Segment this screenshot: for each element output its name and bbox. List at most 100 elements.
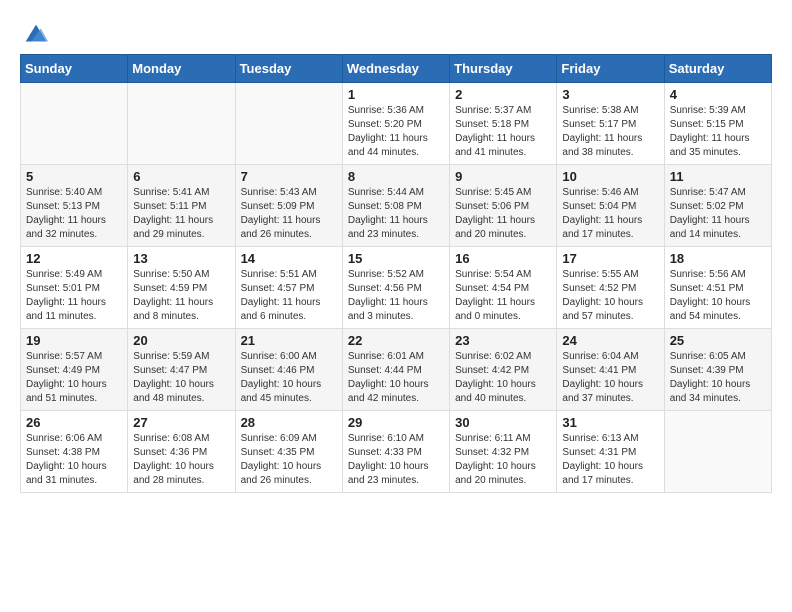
calendar-cell: 24 Sunrise: 6:04 AM Sunset: 4:41 PM Dayli… xyxy=(557,329,664,411)
day-info: Sunrise: 5:50 AM Sunset: 4:59 PM Dayligh… xyxy=(133,268,229,324)
day-number: 2 xyxy=(455,87,551,102)
day-info: Sunrise: 6:13 AM Sunset: 4:31 PM Dayligh… xyxy=(562,432,658,488)
weekday-header-friday: Friday xyxy=(557,55,664,83)
calendar-cell: 9Sunrise: 5:45 AM Sunset: 5:06 PM Daylig… xyxy=(450,165,557,247)
day-info: Sunrise: 5:47 AM Sunset: 5:02 PM Dayligh… xyxy=(670,186,766,242)
day-number: 12 xyxy=(26,251,122,266)
calendar-cell: 22 Sunrise: 6:01 AM Sunset: 4:44 PM Dayli… xyxy=(342,329,449,411)
day-info: Sunrise: 6:00 AM Sunset: 4:46 PM Dayligh… xyxy=(241,350,337,406)
day-info: Sunrise: 5:56 AM Sunset: 4:51 PM Dayligh… xyxy=(670,268,766,324)
day-info: Sunrise: 6:10 AM Sunset: 4:33 PM Dayligh… xyxy=(348,432,444,488)
weekday-header-saturday: Saturday xyxy=(664,55,771,83)
day-info: Sunrise: 5:37 AM Sunset: 5:18 PM Dayligh… xyxy=(455,104,551,160)
calendar-cell xyxy=(128,83,235,165)
day-info: Sunrise: 6:04 AM Sunset: 4:41 PM Dayligh… xyxy=(562,350,658,406)
day-number: 5 xyxy=(26,169,122,184)
calendar-cell xyxy=(235,83,342,165)
day-info: Sunrise: 6:08 AM Sunset: 4:36 PM Dayligh… xyxy=(133,432,229,488)
calendar-cell: 29 Sunrise: 6:10 AM Sunset: 4:33 PM Dayli… xyxy=(342,411,449,493)
calendar-cell: 11 Sunrise: 5:47 AM Sunset: 5:02 PM Dayli… xyxy=(664,165,771,247)
calendar-week-4: 19 Sunrise: 5:57 AM Sunset: 4:49 PM Dayli… xyxy=(21,329,772,411)
calendar-cell: 21 Sunrise: 6:00 AM Sunset: 4:46 PM Dayli… xyxy=(235,329,342,411)
day-number: 13 xyxy=(133,251,229,266)
calendar-cell: 8Sunrise: 5:44 AM Sunset: 5:08 PM Daylig… xyxy=(342,165,449,247)
calendar-cell: 25Sunrise: 6:05 AM Sunset: 4:39 PM Dayli… xyxy=(664,329,771,411)
page-header xyxy=(20,20,772,44)
day-number: 31 xyxy=(562,415,658,430)
day-number: 1 xyxy=(348,87,444,102)
day-info: Sunrise: 5:49 AM Sunset: 5:01 PM Dayligh… xyxy=(26,268,122,324)
day-info: Sunrise: 5:41 AM Sunset: 5:11 PM Dayligh… xyxy=(133,186,229,242)
calendar-cell xyxy=(21,83,128,165)
calendar-cell xyxy=(664,411,771,493)
day-number: 26 xyxy=(26,415,122,430)
calendar-cell: 28 Sunrise: 6:09 AM Sunset: 4:35 PM Dayli… xyxy=(235,411,342,493)
calendar-cell: 2 Sunrise: 5:37 AM Sunset: 5:18 PM Daylig… xyxy=(450,83,557,165)
day-info: Sunrise: 5:54 AM Sunset: 4:54 PM Dayligh… xyxy=(455,268,551,324)
day-info: Sunrise: 5:59 AM Sunset: 4:47 PM Dayligh… xyxy=(133,350,229,406)
calendar-cell: 27 Sunrise: 6:08 AM Sunset: 4:36 PM Dayli… xyxy=(128,411,235,493)
day-info: Sunrise: 6:11 AM Sunset: 4:32 PM Dayligh… xyxy=(455,432,551,488)
calendar-cell: 6Sunrise: 5:41 AM Sunset: 5:11 PM Daylig… xyxy=(128,165,235,247)
weekday-header-wednesday: Wednesday xyxy=(342,55,449,83)
logo xyxy=(20,20,50,44)
calendar-cell: 3Sunrise: 5:38 AM Sunset: 5:17 PM Daylig… xyxy=(557,83,664,165)
day-number: 30 xyxy=(455,415,551,430)
calendar-header-row: SundayMondayTuesdayWednesdayThursdayFrid… xyxy=(21,55,772,83)
calendar-cell: 16 Sunrise: 5:54 AM Sunset: 4:54 PM Dayli… xyxy=(450,247,557,329)
weekday-header-thursday: Thursday xyxy=(450,55,557,83)
calendar-table: SundayMondayTuesdayWednesdayThursdayFrid… xyxy=(20,54,772,493)
day-number: 7 xyxy=(241,169,337,184)
calendar-cell: 14Sunrise: 5:51 AM Sunset: 4:57 PM Dayli… xyxy=(235,247,342,329)
day-number: 10 xyxy=(562,169,658,184)
calendar-cell: 23Sunrise: 6:02 AM Sunset: 4:42 PM Dayli… xyxy=(450,329,557,411)
day-number: 27 xyxy=(133,415,229,430)
calendar-cell: 10 Sunrise: 5:46 AM Sunset: 5:04 PM Dayli… xyxy=(557,165,664,247)
calendar-cell: 15 Sunrise: 5:52 AM Sunset: 4:56 PM Dayli… xyxy=(342,247,449,329)
calendar-week-5: 26 Sunrise: 6:06 AM Sunset: 4:38 PM Dayli… xyxy=(21,411,772,493)
calendar-week-1: 1 Sunrise: 5:36 AM Sunset: 5:20 PM Daylig… xyxy=(21,83,772,165)
calendar-cell: 13 Sunrise: 5:50 AM Sunset: 4:59 PM Dayli… xyxy=(128,247,235,329)
day-info: Sunrise: 5:46 AM Sunset: 5:04 PM Dayligh… xyxy=(562,186,658,242)
day-info: Sunrise: 5:36 AM Sunset: 5:20 PM Dayligh… xyxy=(348,104,444,160)
day-info: Sunrise: 5:55 AM Sunset: 4:52 PM Dayligh… xyxy=(562,268,658,324)
calendar-cell: 18Sunrise: 5:56 AM Sunset: 4:51 PM Dayli… xyxy=(664,247,771,329)
day-number: 17 xyxy=(562,251,658,266)
day-number: 20 xyxy=(133,333,229,348)
day-number: 15 xyxy=(348,251,444,266)
day-info: Sunrise: 6:09 AM Sunset: 4:35 PM Dayligh… xyxy=(241,432,337,488)
day-number: 24 xyxy=(562,333,658,348)
weekday-header-monday: Monday xyxy=(128,55,235,83)
day-info: Sunrise: 5:52 AM Sunset: 4:56 PM Dayligh… xyxy=(348,268,444,324)
calendar-cell: 30 Sunrise: 6:11 AM Sunset: 4:32 PM Dayli… xyxy=(450,411,557,493)
day-number: 19 xyxy=(26,333,122,348)
day-info: Sunrise: 5:43 AM Sunset: 5:09 PM Dayligh… xyxy=(241,186,337,242)
day-info: Sunrise: 5:45 AM Sunset: 5:06 PM Dayligh… xyxy=(455,186,551,242)
calendar-cell: 19 Sunrise: 5:57 AM Sunset: 4:49 PM Dayli… xyxy=(21,329,128,411)
day-info: Sunrise: 5:57 AM Sunset: 4:49 PM Dayligh… xyxy=(26,350,122,406)
day-number: 16 xyxy=(455,251,551,266)
day-number: 29 xyxy=(348,415,444,430)
day-info: Sunrise: 5:40 AM Sunset: 5:13 PM Dayligh… xyxy=(26,186,122,242)
day-number: 8 xyxy=(348,169,444,184)
day-info: Sunrise: 6:06 AM Sunset: 4:38 PM Dayligh… xyxy=(26,432,122,488)
calendar-week-3: 12 Sunrise: 5:49 AM Sunset: 5:01 PM Dayli… xyxy=(21,247,772,329)
calendar-week-2: 5 Sunrise: 5:40 AM Sunset: 5:13 PM Daylig… xyxy=(21,165,772,247)
day-info: Sunrise: 6:01 AM Sunset: 4:44 PM Dayligh… xyxy=(348,350,444,406)
day-number: 22 xyxy=(348,333,444,348)
day-info: Sunrise: 6:05 AM Sunset: 4:39 PM Dayligh… xyxy=(670,350,766,406)
day-number: 3 xyxy=(562,87,658,102)
calendar-cell: 7 Sunrise: 5:43 AM Sunset: 5:09 PM Daylig… xyxy=(235,165,342,247)
logo-icon xyxy=(22,20,50,48)
day-number: 23 xyxy=(455,333,551,348)
calendar-cell: 12 Sunrise: 5:49 AM Sunset: 5:01 PM Dayli… xyxy=(21,247,128,329)
day-number: 11 xyxy=(670,169,766,184)
day-number: 14 xyxy=(241,251,337,266)
calendar-cell: 31 Sunrise: 6:13 AM Sunset: 4:31 PM Dayli… xyxy=(557,411,664,493)
calendar-cell: 17 Sunrise: 5:55 AM Sunset: 4:52 PM Dayli… xyxy=(557,247,664,329)
calendar-cell: 5 Sunrise: 5:40 AM Sunset: 5:13 PM Daylig… xyxy=(21,165,128,247)
day-number: 28 xyxy=(241,415,337,430)
day-number: 21 xyxy=(241,333,337,348)
day-info: Sunrise: 5:39 AM Sunset: 5:15 PM Dayligh… xyxy=(670,104,766,160)
day-number: 4 xyxy=(670,87,766,102)
